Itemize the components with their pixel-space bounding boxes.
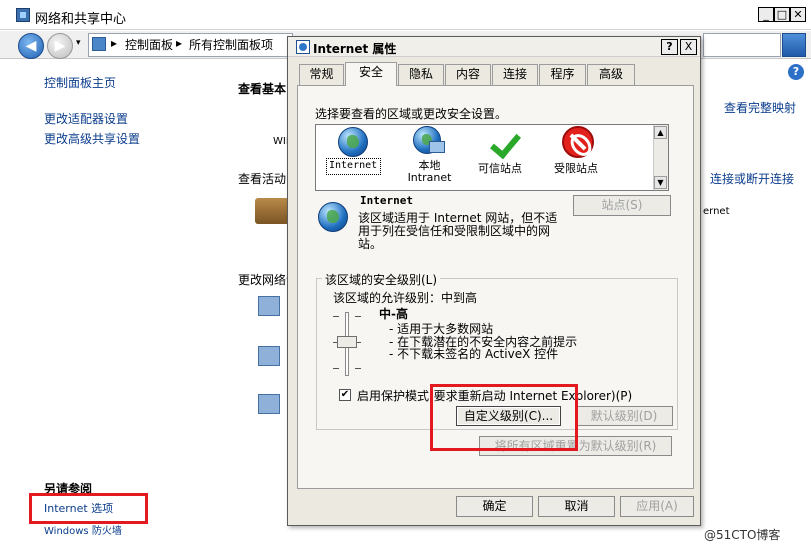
dialog-help-button[interactable]: ? (661, 39, 678, 55)
view-active-networks-heading: 查看活动 (238, 172, 287, 186)
help-icon[interactable]: ? (788, 64, 804, 80)
minimize-button[interactable]: _ (758, 7, 774, 22)
tab-privacy[interactable]: 隐私 (398, 64, 444, 85)
window-title: 网络和共享中心 (35, 12, 127, 27)
slider-tick (333, 368, 339, 369)
tab-content[interactable]: 内容 (445, 64, 491, 85)
history-dropdown-icon[interactable]: ▾ (76, 38, 81, 48)
dialog-title: Internet 属性 (313, 42, 397, 56)
zone-info-description: 该区域适用于 Internet 网站，但不适用于列在受信任和受限制区域中的网站。 (358, 211, 558, 251)
connect-network-icon[interactable] (258, 346, 280, 366)
tab-connections[interactable]: 连接 (492, 64, 538, 85)
tab-programs[interactable]: 程序 (539, 64, 586, 85)
tab-general[interactable]: 常规 (299, 64, 344, 85)
scroll-down-arrow-icon[interactable]: ▼ (654, 176, 667, 189)
highlight-box-custom-level (430, 384, 578, 451)
intranet-monitor-icon (429, 141, 445, 153)
sites-button[interactable]: 站点(S) (573, 195, 671, 216)
zone-label-internet: Internet (329, 160, 378, 171)
ok-button[interactable]: 确定 (456, 496, 533, 517)
setup-connection-icon[interactable] (258, 296, 280, 316)
breadcrumb-separator: ▸ (111, 36, 118, 50)
connect-disconnect-link[interactable]: 连接或断开连接 (710, 170, 794, 187)
default-level-button[interactable]: 默认级别(D) (575, 406, 673, 426)
highlight-box-internet-options (29, 493, 148, 524)
access-type-partial: ernet (703, 206, 730, 217)
breadcrumb-all-items[interactable]: 所有控制面板项 (189, 36, 273, 53)
level-description-3: - 不下载未签名的 ActiveX 控件 (389, 347, 559, 361)
zone-prompt: 选择要查看的区域或更改安全设置。 (315, 107, 508, 121)
zone-info-globe-icon (318, 202, 348, 232)
globe-icon[interactable] (338, 127, 368, 157)
security-level-group-title: 该区域的安全级别(L) (322, 271, 441, 288)
zone-label-intranet[interactable]: 本地 Intranet (402, 160, 457, 184)
protected-mode-checkbox[interactable]: ✔ (339, 389, 351, 401)
watermark: @51CTO博客 (704, 528, 781, 542)
cancel-button[interactable]: 取消 (538, 496, 615, 517)
close-button[interactable]: ✕ (790, 7, 806, 22)
network-center-icon (16, 8, 30, 22)
homegroup-icon[interactable] (258, 394, 280, 414)
allowed-levels-text: 该区域的允许级别：中到高 (333, 291, 478, 305)
no-entry-icon[interactable] (562, 126, 594, 158)
checkmark-icon[interactable] (490, 127, 520, 157)
scroll-up-arrow-icon[interactable]: ▲ (654, 126, 667, 139)
bench-network-icon (255, 198, 289, 224)
tab-advanced[interactable]: 高级 (587, 64, 635, 85)
control-panel-home-link[interactable]: 控制面板主页 (44, 74, 116, 91)
internet-options-icon (296, 40, 310, 54)
windows-firewall-link[interactable]: Windows 防火墙 (44, 522, 122, 537)
apply-button[interactable]: 应用(A) (620, 496, 694, 517)
slider-tick (355, 316, 361, 317)
change-sharing-settings-link[interactable]: 更改高级共享设置 (44, 130, 140, 147)
forward-arrow-icon[interactable]: ▶ (47, 33, 73, 59)
breadcrumb-control-panel[interactable]: 控制面板 (125, 36, 173, 53)
slider-tick (333, 316, 339, 317)
slider-thumb[interactable] (337, 336, 357, 348)
tab-security[interactable]: 安全 (345, 62, 397, 86)
search-icon[interactable] (782, 33, 806, 57)
breadcrumb-separator: ▸ (176, 36, 183, 50)
dialog-close-button[interactable]: X (680, 39, 697, 55)
view-basic-heading: 查看基本 (238, 82, 287, 96)
slider-tick (355, 368, 361, 369)
zone-label-restricted[interactable]: 受限站点 (554, 160, 598, 176)
zone-label-trusted[interactable]: 可信站点 (478, 160, 522, 176)
view-full-map-link[interactable]: 查看完整映射 (724, 99, 796, 116)
back-arrow-icon[interactable]: ◀ (18, 33, 44, 59)
change-adapter-settings-link[interactable]: 更改适配器设置 (44, 110, 128, 127)
search-input[interactable] (703, 33, 781, 57)
zone-info-name: Internet (360, 194, 413, 207)
control-panel-icon (92, 37, 106, 51)
maximize-button[interactable]: □ (774, 7, 790, 22)
